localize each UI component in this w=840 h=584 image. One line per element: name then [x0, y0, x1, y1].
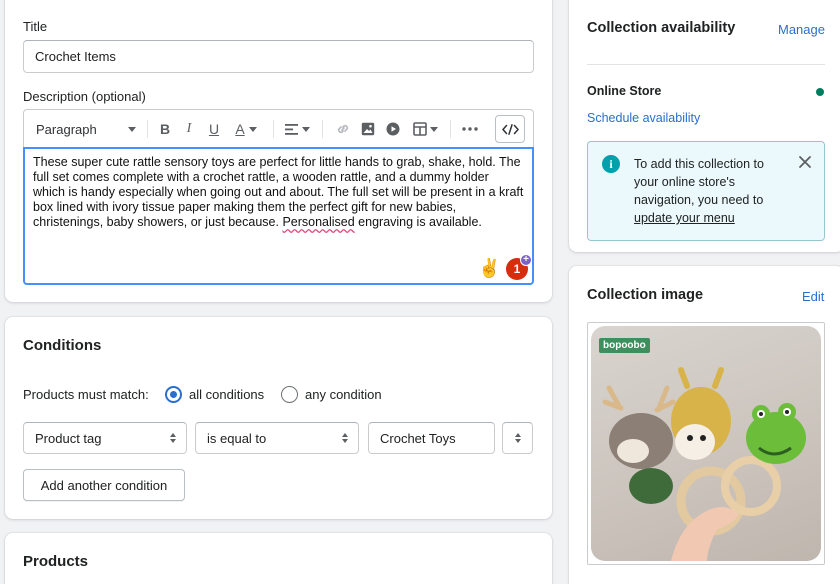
chevron-down-icon — [248, 126, 257, 132]
product-photo: bopoobo — [591, 326, 821, 561]
update-menu-link[interactable]: update your menu — [634, 211, 735, 225]
chevron-down-icon — [301, 126, 310, 132]
title-input-value: Crochet Items — [35, 49, 116, 64]
underline-button[interactable]: U — [203, 110, 225, 148]
format-select[interactable]: Paragraph — [36, 110, 136, 148]
rich-text-toolbar: Paragraph B I U A — [23, 109, 534, 147]
align-left-icon — [284, 123, 298, 135]
link-button[interactable] — [332, 110, 354, 148]
manage-link[interactable]: Manage — [778, 22, 825, 37]
schedule-availability-link[interactable]: Schedule availability — [587, 111, 700, 125]
crochet-toys-illustration — [602, 367, 806, 561]
bold-button[interactable]: B — [154, 110, 176, 148]
hand-emoji-icon[interactable]: ✌ — [478, 257, 500, 279]
more-button[interactable] — [458, 110, 482, 148]
radio-all-conditions[interactable] — [165, 386, 182, 403]
play-circle-icon — [386, 122, 400, 136]
availability-divider — [587, 64, 825, 65]
table-icon — [412, 122, 427, 136]
match-label: Products must match: — [23, 387, 149, 402]
description-text-end: engraving is available. — [354, 215, 482, 229]
image-button[interactable] — [357, 110, 379, 148]
grammar-badge-count: 1 — [513, 262, 521, 276]
condition-value-text: Crochet Toys — [380, 430, 456, 446]
video-button[interactable] — [382, 110, 404, 148]
bold-icon: B — [159, 121, 171, 137]
add-condition-button[interactable]: Add another condition — [23, 469, 185, 501]
html-code-button[interactable] — [495, 115, 525, 143]
condition-operator-select[interactable]: is equal to — [195, 422, 359, 454]
title-input[interactable]: Crochet Items — [23, 40, 534, 73]
code-icon — [501, 123, 519, 135]
collection-image-frame[interactable]: bopoobo — [587, 322, 825, 565]
image-icon — [361, 122, 375, 136]
toolbar-divider — [273, 120, 274, 138]
description-editor[interactable]: These super cute rattle sensory toys are… — [23, 147, 534, 285]
condition-operator-value: is equal to — [207, 430, 267, 446]
toolbar-divider — [450, 120, 451, 138]
collection-image-heading: Collection image — [587, 287, 704, 303]
products-heading: Products — [23, 553, 89, 570]
info-icon: i — [602, 155, 620, 173]
channel-name: Online Store — [587, 84, 662, 98]
text-color-button[interactable]: A — [228, 110, 264, 148]
select-arrows-icon — [170, 433, 176, 443]
italic-icon: I — [186, 121, 192, 136]
text-color-icon: A — [235, 121, 245, 137]
select-arrows-icon — [515, 433, 521, 443]
channel-status-dot — [816, 88, 824, 96]
close-icon[interactable] — [798, 155, 812, 169]
radio-all-conditions-label[interactable]: all conditions — [189, 387, 264, 402]
select-arrows-icon — [342, 433, 348, 443]
banner-message: To add this collection to your online st… — [634, 155, 784, 227]
toolbar-divider — [147, 120, 148, 138]
misspelled-word[interactable]: Personalised — [282, 215, 354, 229]
description-label: Description (optional) — [23, 89, 146, 104]
title-label: Title — [23, 19, 48, 34]
edit-image-link[interactable]: Edit — [802, 289, 824, 304]
underline-icon: U — [208, 121, 220, 137]
conditions-heading: Conditions — [23, 337, 102, 354]
condition-value-input[interactable]: Crochet Toys — [368, 422, 495, 454]
banner-text: To add this collection to your online st… — [634, 157, 764, 207]
info-banner: i To add this collection to your online … — [587, 141, 825, 241]
condition-field-select[interactable]: Product tag — [23, 422, 187, 454]
plus-circle-icon: + — [520, 254, 532, 266]
link-icon — [337, 124, 349, 134]
condition-value-stepper[interactable] — [502, 422, 533, 454]
radio-any-condition-label[interactable]: any condition — [305, 387, 382, 402]
availability-heading: Collection availability — [587, 20, 736, 36]
more-horizontal-icon — [462, 127, 478, 131]
table-button[interactable] — [409, 110, 441, 148]
format-select-label: Paragraph — [36, 121, 97, 137]
add-condition-label: Add another condition — [40, 477, 168, 493]
italic-button[interactable]: I — [178, 110, 200, 148]
align-button[interactable] — [280, 110, 314, 148]
radio-any-condition[interactable] — [281, 386, 298, 403]
toolbar-divider — [322, 120, 323, 138]
condition-field-value: Product tag — [35, 430, 102, 446]
chevron-down-icon — [429, 126, 438, 132]
chevron-down-icon — [128, 126, 136, 132]
